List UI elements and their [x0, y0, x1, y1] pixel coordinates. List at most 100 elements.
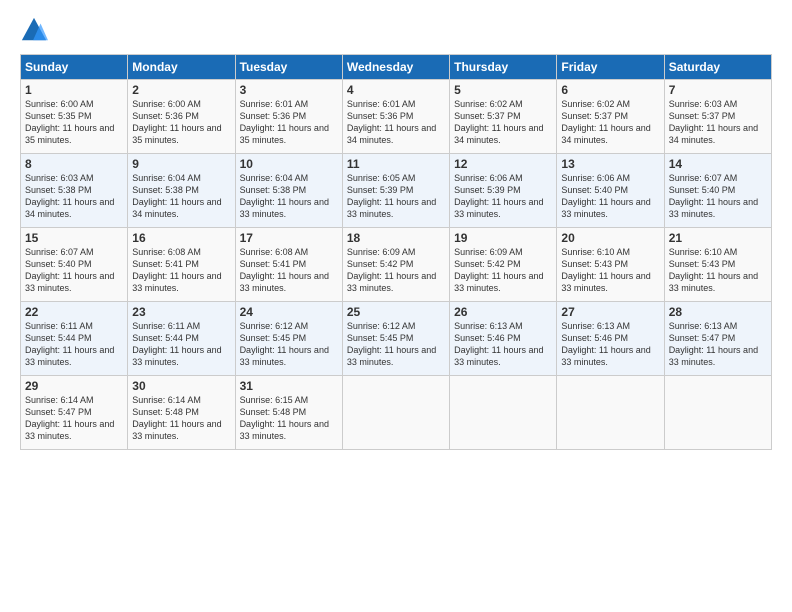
calendar-cell: 14 Sunrise: 6:07 AMSunset: 5:40 PMDayligh… — [664, 154, 771, 228]
calendar-cell — [342, 376, 449, 450]
day-number: 31 — [240, 379, 338, 393]
calendar-cell: 4Sunrise: 6:01 AMSunset: 5:36 PMDaylight… — [342, 80, 449, 154]
cell-content: Sunrise: 6:08 AMSunset: 5:41 PMDaylight:… — [132, 247, 221, 293]
page: SundayMondayTuesdayWednesdayThursdayFrid… — [0, 0, 792, 612]
day-number: 27 — [561, 305, 659, 319]
calendar-cell: 17 Sunrise: 6:08 AMSunset: 5:41 PMDayligh… — [235, 228, 342, 302]
calendar-cell: 1 Sunrise: 6:00 AMSunset: 5:35 PMDaylight… — [21, 80, 128, 154]
calendar-cell: 28Sunrise: 6:13 AMSunset: 5:47 PMDayligh… — [664, 302, 771, 376]
day-number: 2 — [132, 83, 230, 97]
calendar-cell: 3Sunrise: 6:01 AMSunset: 5:36 PMDaylight… — [235, 80, 342, 154]
week-row-1: 8 Sunrise: 6:03 AMSunset: 5:38 PMDaylight… — [21, 154, 772, 228]
cell-content: Sunrise: 6:13 AMSunset: 5:47 PMDaylight:… — [669, 321, 758, 367]
calendar-header-row: SundayMondayTuesdayWednesdayThursdayFrid… — [21, 55, 772, 80]
cell-content: Sunrise: 6:06 AMSunset: 5:40 PMDaylight:… — [561, 173, 650, 219]
cell-content: Sunrise: 6:13 AMSunset: 5:46 PMDaylight:… — [454, 321, 543, 367]
day-number: 17 — [240, 231, 338, 245]
cell-content: Sunrise: 6:08 AMSunset: 5:41 PMDaylight:… — [240, 247, 329, 293]
day-number: 13 — [561, 157, 659, 171]
day-number: 8 — [25, 157, 123, 171]
calendar-cell — [557, 376, 664, 450]
day-number: 25 — [347, 305, 445, 319]
day-number: 1 — [25, 83, 123, 97]
day-number: 9 — [132, 157, 230, 171]
day-number: 26 — [454, 305, 552, 319]
calendar-cell: 31Sunrise: 6:15 AMSunset: 5:48 PMDayligh… — [235, 376, 342, 450]
calendar-cell: 9 Sunrise: 6:04 AMSunset: 5:38 PMDaylight… — [128, 154, 235, 228]
week-row-2: 15 Sunrise: 6:07 AMSunset: 5:40 PMDayligh… — [21, 228, 772, 302]
cell-content: Sunrise: 6:05 AMSunset: 5:39 PMDaylight:… — [347, 173, 436, 219]
calendar-cell: 27 Sunrise: 6:13 AMSunset: 5:46 PMDayligh… — [557, 302, 664, 376]
cell-content: Sunrise: 6:02 AMSunset: 5:37 PMDaylight:… — [561, 99, 650, 145]
cell-content: Sunrise: 6:07 AMSunset: 5:40 PMDaylight:… — [25, 247, 114, 293]
cell-content: Sunrise: 6:13 AMSunset: 5:46 PMDaylight:… — [561, 321, 650, 367]
day-number: 7 — [669, 83, 767, 97]
day-header-monday: Monday — [128, 55, 235, 80]
day-number: 29 — [25, 379, 123, 393]
day-number: 20 — [561, 231, 659, 245]
calendar-cell: 26 Sunrise: 6:13 AMSunset: 5:46 PMDayligh… — [450, 302, 557, 376]
day-number: 30 — [132, 379, 230, 393]
day-number: 12 — [454, 157, 552, 171]
calendar-cell: 30 Sunrise: 6:14 AMSunset: 5:48 PMDayligh… — [128, 376, 235, 450]
cell-content: Sunrise: 6:10 AMSunset: 5:43 PMDaylight:… — [561, 247, 650, 293]
logo — [20, 16, 52, 44]
day-header-friday: Friday — [557, 55, 664, 80]
day-header-saturday: Saturday — [664, 55, 771, 80]
day-number: 11 — [347, 157, 445, 171]
day-number: 22 — [25, 305, 123, 319]
day-number: 15 — [25, 231, 123, 245]
cell-content: Sunrise: 6:07 AMSunset: 5:40 PMDaylight:… — [669, 173, 758, 219]
cell-content: Sunrise: 6:06 AMSunset: 5:39 PMDaylight:… — [454, 173, 543, 219]
cell-content: Sunrise: 6:14 AMSunset: 5:48 PMDaylight:… — [132, 395, 221, 441]
calendar-cell: 16Sunrise: 6:08 AMSunset: 5:41 PMDayligh… — [128, 228, 235, 302]
week-row-0: 1 Sunrise: 6:00 AMSunset: 5:35 PMDaylight… — [21, 80, 772, 154]
cell-content: Sunrise: 6:04 AMSunset: 5:38 PMDaylight:… — [132, 173, 221, 219]
cell-content: Sunrise: 6:09 AMSunset: 5:42 PMDaylight:… — [454, 247, 543, 293]
day-number: 6 — [561, 83, 659, 97]
cell-content: Sunrise: 6:04 AMSunset: 5:38 PMDaylight:… — [240, 173, 329, 219]
calendar-cell: 24Sunrise: 6:12 AMSunset: 5:45 PMDayligh… — [235, 302, 342, 376]
day-header-sunday: Sunday — [21, 55, 128, 80]
day-number: 10 — [240, 157, 338, 171]
calendar-cell: 5Sunrise: 6:02 AMSunset: 5:37 PMDaylight… — [450, 80, 557, 154]
day-header-thursday: Thursday — [450, 55, 557, 80]
calendar-cell: 8 Sunrise: 6:03 AMSunset: 5:38 PMDaylight… — [21, 154, 128, 228]
calendar-body: 1 Sunrise: 6:00 AMSunset: 5:35 PMDaylight… — [21, 80, 772, 450]
cell-content: Sunrise: 6:09 AMSunset: 5:42 PMDaylight:… — [347, 247, 436, 293]
header — [20, 16, 772, 44]
day-number: 18 — [347, 231, 445, 245]
cell-content: Sunrise: 6:12 AMSunset: 5:45 PMDaylight:… — [347, 321, 436, 367]
calendar-cell — [664, 376, 771, 450]
calendar-cell: 22 Sunrise: 6:11 AMSunset: 5:44 PMDayligh… — [21, 302, 128, 376]
cell-content: Sunrise: 6:11 AMSunset: 5:44 PMDaylight:… — [25, 321, 114, 367]
calendar-cell: 21 Sunrise: 6:10 AMSunset: 5:43 PMDayligh… — [664, 228, 771, 302]
day-header-wednesday: Wednesday — [342, 55, 449, 80]
calendar-cell: 15 Sunrise: 6:07 AMSunset: 5:40 PMDayligh… — [21, 228, 128, 302]
calendar-cell: 7 Sunrise: 6:03 AMSunset: 5:37 PMDaylight… — [664, 80, 771, 154]
cell-content: Sunrise: 6:03 AMSunset: 5:37 PMDaylight:… — [669, 99, 758, 145]
calendar-cell: 29 Sunrise: 6:14 AMSunset: 5:47 PMDayligh… — [21, 376, 128, 450]
calendar-cell: 20 Sunrise: 6:10 AMSunset: 5:43 PMDayligh… — [557, 228, 664, 302]
cell-content: Sunrise: 6:03 AMSunset: 5:38 PMDaylight:… — [25, 173, 114, 219]
day-number: 14 — [669, 157, 767, 171]
day-number: 19 — [454, 231, 552, 245]
cell-content: Sunrise: 6:11 AMSunset: 5:44 PMDaylight:… — [132, 321, 221, 367]
cell-content: Sunrise: 6:14 AMSunset: 5:47 PMDaylight:… — [25, 395, 114, 441]
cell-content: Sunrise: 6:02 AMSunset: 5:37 PMDaylight:… — [454, 99, 543, 145]
day-header-tuesday: Tuesday — [235, 55, 342, 80]
calendar-cell: 19 Sunrise: 6:09 AMSunset: 5:42 PMDayligh… — [450, 228, 557, 302]
cell-content: Sunrise: 6:00 AMSunset: 5:35 PMDaylight:… — [25, 99, 114, 145]
calendar-cell: 13 Sunrise: 6:06 AMSunset: 5:40 PMDayligh… — [557, 154, 664, 228]
calendar-cell: 10 Sunrise: 6:04 AMSunset: 5:38 PMDayligh… — [235, 154, 342, 228]
day-number: 3 — [240, 83, 338, 97]
week-row-4: 29 Sunrise: 6:14 AMSunset: 5:47 PMDayligh… — [21, 376, 772, 450]
cell-content: Sunrise: 6:10 AMSunset: 5:43 PMDaylight:… — [669, 247, 758, 293]
day-number: 21 — [669, 231, 767, 245]
calendar-cell: 23 Sunrise: 6:11 AMSunset: 5:44 PMDayligh… — [128, 302, 235, 376]
cell-content: Sunrise: 6:01 AMSunset: 5:36 PMDaylight:… — [347, 99, 436, 145]
calendar-table: SundayMondayTuesdayWednesdayThursdayFrid… — [20, 54, 772, 450]
calendar-cell: 12 Sunrise: 6:06 AMSunset: 5:39 PMDayligh… — [450, 154, 557, 228]
day-number: 23 — [132, 305, 230, 319]
calendar-cell: 6 Sunrise: 6:02 AMSunset: 5:37 PMDaylight… — [557, 80, 664, 154]
